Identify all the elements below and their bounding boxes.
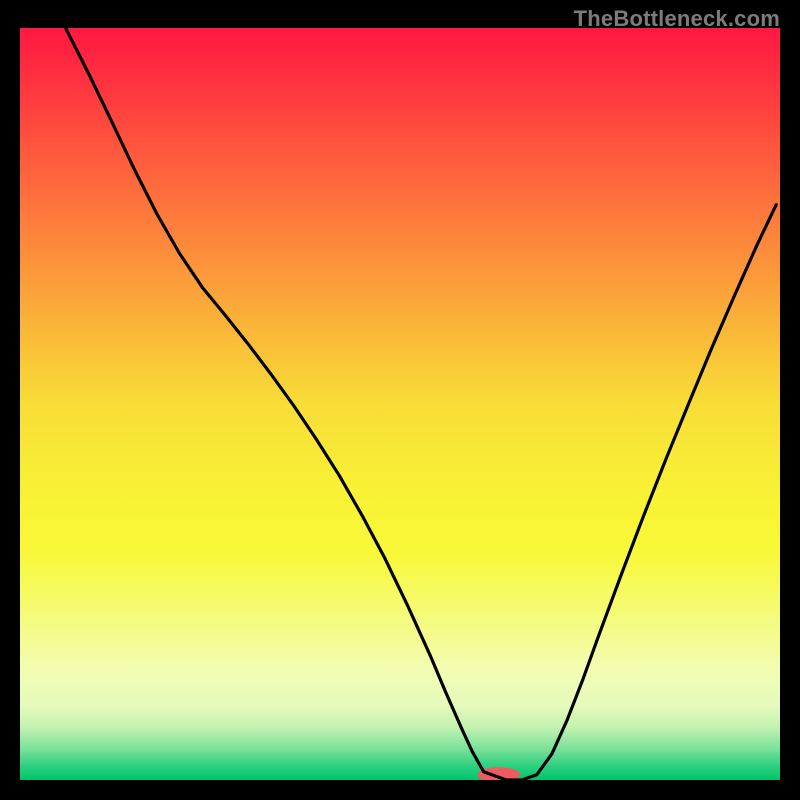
gradient-background xyxy=(20,28,780,780)
bottleneck-chart xyxy=(20,28,780,780)
app-frame: TheBottleneck.com xyxy=(0,0,800,800)
